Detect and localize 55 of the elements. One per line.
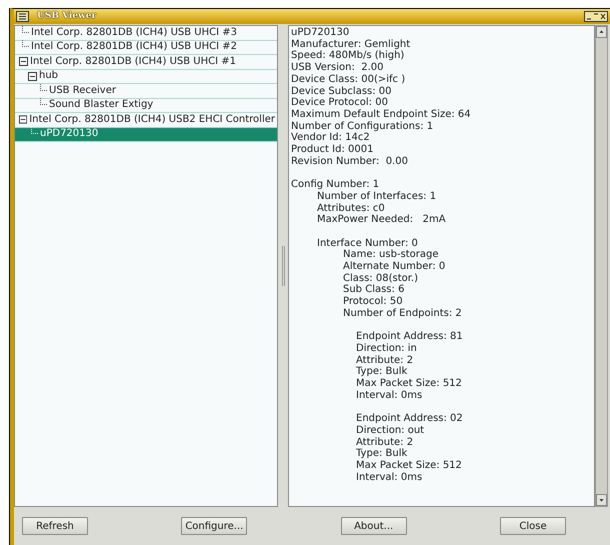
detail-line: Attribute: 2 xyxy=(355,436,414,448)
window-controls-icon[interactable] xyxy=(584,11,608,22)
dialog-button[interactable]: Refresh xyxy=(22,517,88,535)
tree-item[interactable]: hub xyxy=(15,70,277,84)
detail-line: Vendor Id: 14c2 xyxy=(291,132,371,144)
window-title: USB Viewer xyxy=(37,10,96,23)
detail-line: Protocol: 50 xyxy=(342,296,404,308)
detail-line: Number of Endpoints: 2 xyxy=(342,308,463,320)
dialog-button[interactable]: Configure... xyxy=(181,517,248,535)
detail-line: Direction: in xyxy=(355,342,418,355)
scrollbar[interactable] xyxy=(595,25,608,507)
detail-line: Speed: 480Mb/s (high) xyxy=(291,50,406,62)
detail-line: Interval: 0ms xyxy=(355,390,424,402)
detail-line: Alternate Number: 0 xyxy=(342,261,446,273)
detail-line: Device Protocol: 00 xyxy=(291,97,389,109)
detail-line: Interface Number: 0 xyxy=(316,238,419,249)
detail-line: Number of Interfaces: 1 xyxy=(316,190,438,203)
collapse-icon[interactable] xyxy=(28,72,37,81)
detail-line: Endpoint Address: 81 xyxy=(355,331,464,343)
detail-line: Number of Configurations: 1 xyxy=(291,120,434,132)
dialog-button[interactable]: About... xyxy=(340,517,407,535)
detail-line: MaxPower Needed: 2mA xyxy=(316,214,447,226)
detail-line: Attribute: 2 xyxy=(355,354,414,366)
detail-line: Attributes: c0 xyxy=(316,202,386,214)
detail-line: Product Id: 0001 xyxy=(291,144,374,156)
detail-line: Revision Number: 0.00 xyxy=(291,156,409,168)
detail-line: Device Class: 00(>ifc ) xyxy=(291,74,406,86)
detail-line: Direction: out xyxy=(355,424,426,437)
detail-line: USB Version: 2.00 xyxy=(291,62,384,74)
detail-line: Endpoint Address: 02 xyxy=(355,413,464,425)
detail-line: Interval: 0ms xyxy=(355,472,424,484)
detail-line: Maximum Default Endpoint Size: 64 xyxy=(291,108,472,121)
collapse-icon[interactable] xyxy=(19,57,28,66)
tree-item[interactable]: Intel Corp. 82801DB (ICH4) USB UHCI #2 xyxy=(15,40,277,55)
tree-item[interactable]: Intel Corp. 82801DB (ICH4) USB UHCI #1 xyxy=(15,55,277,70)
detail-line: Device Subclass: 00 xyxy=(291,86,393,97)
collapse-icon[interactable] xyxy=(19,115,28,124)
detail-line: Manufacturer: Gemlight xyxy=(291,38,412,50)
dialog-button[interactable]: Close xyxy=(500,517,566,535)
detail-line: uPD720130 xyxy=(291,27,350,39)
detail-line: Type: Bulk xyxy=(355,366,408,378)
scroll-up-icon[interactable] xyxy=(596,26,607,38)
detail-line: Max Packet Size: 512 xyxy=(355,378,463,390)
tree-item[interactable]: uPD720130 xyxy=(15,128,277,142)
tree-item[interactable]: Sound Blaster Extigy xyxy=(15,98,277,113)
detail-line: Name: usb-storage xyxy=(342,249,440,261)
tree-item[interactable]: Intel Corp. 82801DB (ICH4) USB UHCI #3 xyxy=(15,26,277,40)
menu-icon[interactable] xyxy=(16,11,29,22)
detail-line: Sub Class: 6 xyxy=(342,284,406,296)
detail-line: Max Packet Size: 512 xyxy=(355,460,463,472)
detail-line: Config Number: 1 xyxy=(291,179,380,191)
tree-item[interactable]: USB Receiver xyxy=(15,84,277,98)
scroll-down-icon[interactable] xyxy=(596,494,607,506)
detail-line: Type: Bulk xyxy=(355,448,408,460)
detail-line: Class: 08(stor.) xyxy=(342,272,420,284)
